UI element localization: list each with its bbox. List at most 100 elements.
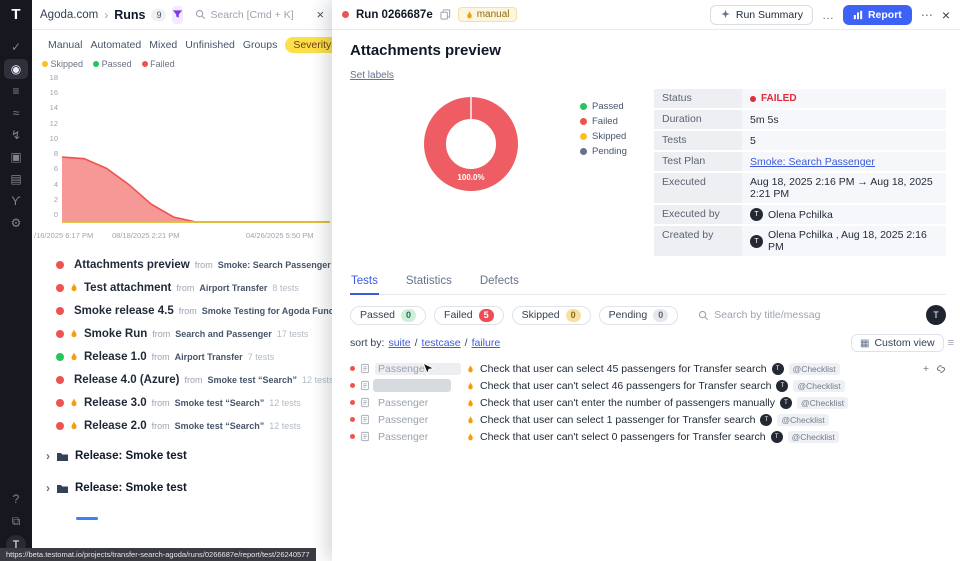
columns-icon[interactable]: ≡ xyxy=(948,337,954,349)
runs-chart-plot xyxy=(62,75,330,225)
tab-mixed[interactable]: Mixed xyxy=(149,39,177,51)
tab-unfinished[interactable]: Unfinished xyxy=(185,39,235,51)
run-title[interactable]: Smoke Run xyxy=(84,328,147,340)
import-icon[interactable]: ▣ xyxy=(4,147,28,167)
tab-groups[interactable]: Groups xyxy=(243,39,277,51)
test-title[interactable]: Check that user can't select 0 passenger… xyxy=(480,431,766,443)
link-icon[interactable] xyxy=(936,364,946,374)
chevron-right-icon[interactable]: › xyxy=(46,481,50,495)
skipped-dot xyxy=(580,133,587,140)
global-search[interactable] xyxy=(195,9,310,21)
test-row[interactable]: Passenger Check that user can select 45 … xyxy=(350,360,946,377)
test-row[interactable]: Passenger Check that user can't select 0… xyxy=(350,428,946,445)
run-list-item[interactable]: Release 1.0 from Airport Transfer 7 test… xyxy=(32,345,332,368)
test-suite[interactable]: Passenger xyxy=(375,414,461,426)
search-input[interactable] xyxy=(210,9,310,21)
test-suite[interactable]: Passenger xyxy=(375,363,461,375)
run-status-dot xyxy=(56,376,64,384)
more-icon[interactable]: … xyxy=(822,8,834,22)
run-list-item[interactable]: Release 4.0 (Azure) from Smoke test “Sea… xyxy=(32,368,332,391)
test-row[interactable]: Passenger Check that user can't enter th… xyxy=(350,394,946,411)
filter-button[interactable] xyxy=(172,6,183,24)
test-row[interactable]: Passenger Check that user can select 1 p… xyxy=(350,411,946,428)
filter-skipped[interactable]: Skipped0 xyxy=(512,306,591,325)
tab-statistics[interactable]: Statistics xyxy=(405,270,453,294)
run-title[interactable]: Test attachment xyxy=(84,282,171,294)
test-suite[interactable]: Passenger xyxy=(375,397,461,409)
clipboard-icon[interactable]: ⧉ xyxy=(4,511,28,531)
info-row-created-by: Created by Olena Pchilka , Aug 18, 2025 … xyxy=(654,226,946,256)
run-list-item[interactable]: Release 2.0 from Smoke test “Search” 12 … xyxy=(32,414,332,437)
run-list-item[interactable]: Release 3.0 from Smoke test “Search” 12 … xyxy=(32,391,332,414)
run-title[interactable]: Release 4.0 (Azure) xyxy=(74,374,179,386)
run-list-item[interactable]: Test attachment from Airport Transfer 8 … xyxy=(32,276,332,299)
copy-icon[interactable] xyxy=(440,9,451,20)
results-icon[interactable]: ≡ xyxy=(4,81,28,101)
sort-by-suite[interactable]: suite xyxy=(388,337,410,349)
run-title[interactable]: Smoke release 4.5 xyxy=(74,305,174,317)
sort-by-testcase[interactable]: testcase xyxy=(422,337,461,349)
tab-severity[interactable]: Severity xyxy=(285,37,332,53)
tag-badge[interactable]: @Checklist xyxy=(789,363,840,375)
kebab-menu-icon[interactable]: ⋯ xyxy=(921,8,933,22)
filter-failed[interactable]: Failed5 xyxy=(434,306,504,325)
test-suite[interactable]: Passenger xyxy=(375,431,461,443)
flame-icon xyxy=(466,364,475,374)
tag-badge[interactable]: @Checklist xyxy=(788,431,839,443)
settings-icon[interactable]: ⚙ xyxy=(4,213,28,233)
run-summary-button[interactable]: Run Summary xyxy=(710,5,813,25)
pulse-icon[interactable]: ↯ xyxy=(4,125,28,145)
chart-legend: Skipped Passed Failed xyxy=(32,56,332,69)
run-title[interactable]: Release 3.0 xyxy=(84,397,147,409)
folder-label[interactable]: Release: Smoke test xyxy=(75,482,187,494)
legend-failed: Failed xyxy=(150,59,175,69)
run-group-folder[interactable]: › Release: Smoke test xyxy=(32,443,332,469)
test-title[interactable]: Check that user can't select 46 passenge… xyxy=(480,380,771,392)
info-label: Tests xyxy=(654,131,742,150)
executed-value: Aug 18, 2025 2:16 PM → Aug 18, 2025 2:21… xyxy=(742,173,946,203)
report-button[interactable]: Report xyxy=(843,5,912,25)
test-search[interactable] xyxy=(698,309,864,321)
run-group-folder[interactable]: › Release: Smoke test xyxy=(32,475,332,501)
skipped-dot xyxy=(42,61,48,67)
run-title[interactable]: Release 2.0 xyxy=(84,420,147,432)
tag-badge[interactable]: @Checklist xyxy=(777,414,828,426)
run-list-item[interactable]: Smoke Run from Search and Passenger 17 t… xyxy=(32,322,332,345)
run-list-item[interactable]: Smoke release 4.5 from Smoke Testing for… xyxy=(32,299,332,322)
sort-by-failure[interactable]: failure xyxy=(472,337,501,349)
tab-manual[interactable]: Manual xyxy=(48,39,82,51)
assignee-avatar[interactable] xyxy=(926,305,946,325)
filter-pending[interactable]: Pending0 xyxy=(599,306,679,325)
tab-tests[interactable]: Tests xyxy=(350,270,379,295)
test-plan-link[interactable]: Smoke: Search Passenger xyxy=(750,156,875,168)
funnel-icon xyxy=(172,9,183,20)
checks-icon[interactable]: ✓ xyxy=(4,37,28,57)
chevron-right-icon[interactable]: › xyxy=(46,449,50,463)
test-title[interactable]: Check that user can select 45 passengers… xyxy=(480,363,767,375)
test-title[interactable]: Check that user can select 1 passenger f… xyxy=(480,414,755,426)
filter-passed[interactable]: Passed0 xyxy=(350,306,426,325)
custom-view-button[interactable]: ▦ Custom view xyxy=(851,334,944,352)
analytics-icon[interactable]: ≈ xyxy=(4,103,28,123)
set-labels-link[interactable]: Set labels xyxy=(350,70,394,81)
tag-badge[interactable]: @Checklist xyxy=(797,397,848,409)
branches-icon[interactable]: ϒ xyxy=(4,191,28,211)
test-title[interactable]: Check that user can't enter the number o… xyxy=(480,397,775,409)
test-search-input[interactable] xyxy=(714,309,864,321)
tag-badge[interactable]: @Checklist xyxy=(793,380,844,392)
runs-icon[interactable]: ◉ xyxy=(4,59,28,79)
panel-close-icon[interactable]: × xyxy=(316,7,324,22)
docs-icon[interactable]: ▤ xyxy=(4,169,28,189)
drawer-close-icon[interactable]: × xyxy=(942,7,950,23)
run-list-item[interactable]: Attachments preview from Smoke: Search P… xyxy=(32,253,332,276)
add-icon[interactable]: + xyxy=(923,363,929,375)
run-title[interactable]: Attachments preview xyxy=(74,259,190,271)
tab-defects[interactable]: Defects xyxy=(479,270,520,294)
breadcrumb-project[interactable]: Agoda.com xyxy=(40,9,98,21)
tab-automated[interactable]: Automated xyxy=(90,39,141,51)
folder-label[interactable]: Release: Smoke test xyxy=(75,450,187,462)
drawer-tabs: Tests Statistics Defects xyxy=(350,270,946,295)
breadcrumb-section[interactable]: Runs xyxy=(114,8,145,22)
help-icon[interactable]: ? xyxy=(4,489,28,509)
run-title[interactable]: Release 1.0 xyxy=(84,351,147,363)
